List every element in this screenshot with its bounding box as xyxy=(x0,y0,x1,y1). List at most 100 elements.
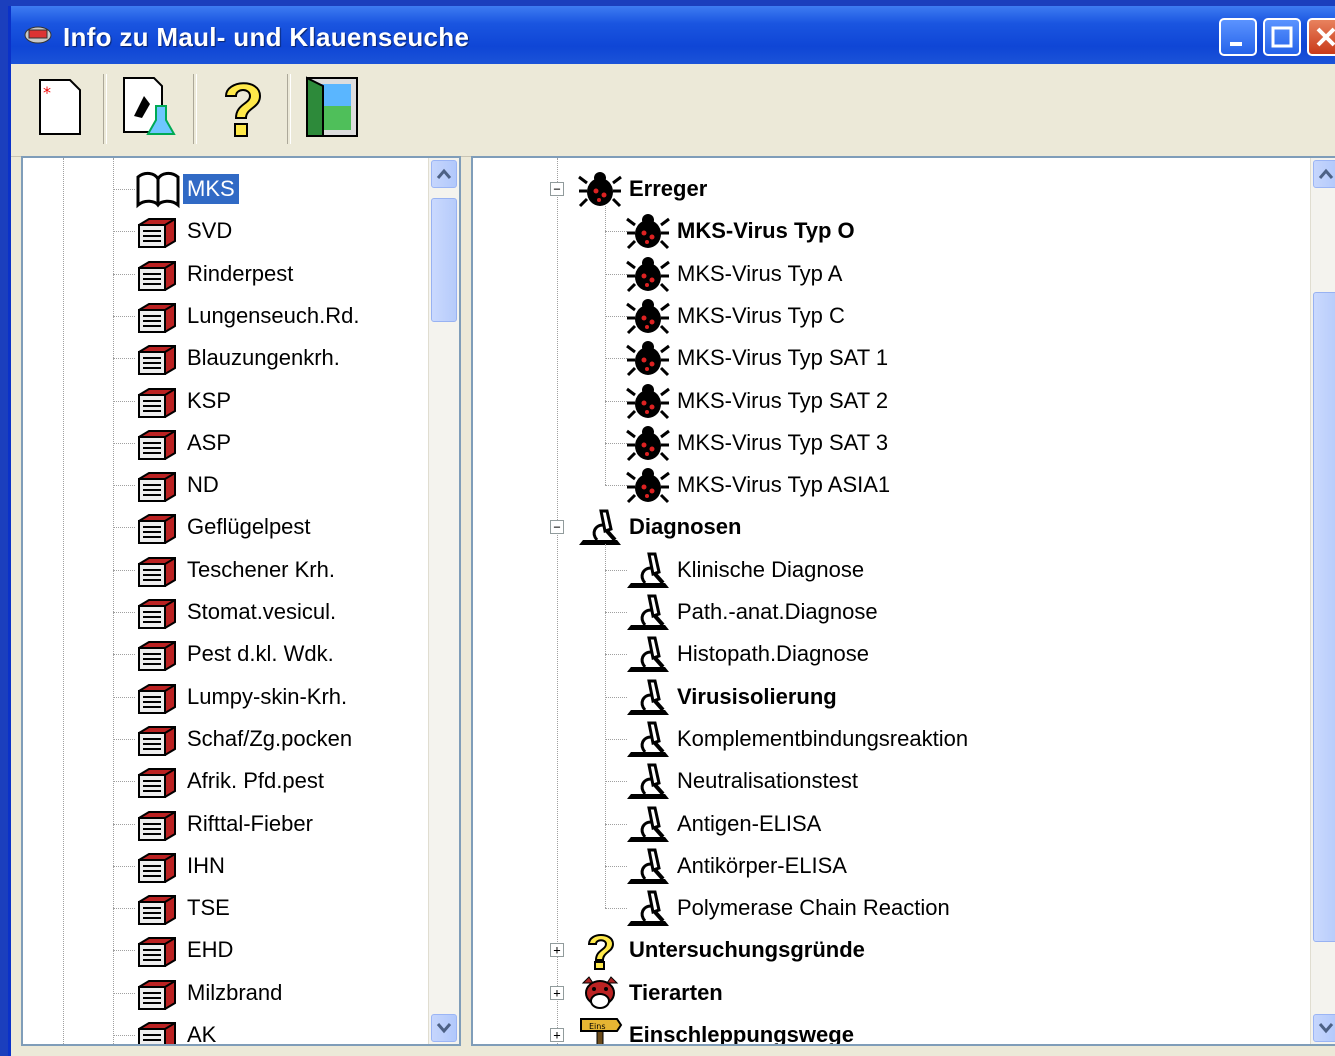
disease-item[interactable]: MKS xyxy=(135,168,239,210)
open-book-icon xyxy=(135,169,181,209)
disease-item[interactable]: Lumpy-skin-Krh. xyxy=(135,676,351,718)
expand-toggle[interactable]: + xyxy=(550,943,564,958)
scroll-down-button[interactable] xyxy=(431,1014,457,1042)
tree-line xyxy=(605,865,627,867)
tree-line xyxy=(113,654,135,656)
disease-item[interactable]: Geflügelpest xyxy=(135,506,315,548)
scroll-down-button[interactable] xyxy=(1313,1014,1335,1042)
disease-item[interactable]: Milzbrand xyxy=(135,972,286,1014)
disease-tree-panel[interactable]: MKS SVD Rinderpest Lungenseuch.Rd. Blauzunge… xyxy=(21,156,461,1046)
disease-item-label: IHN xyxy=(187,852,225,878)
child-node[interactable]: MKS-Virus Typ SAT 3 xyxy=(625,422,892,464)
app-icon xyxy=(24,26,52,44)
category-node[interactable]: Erreger xyxy=(577,168,711,210)
child-node-label: MKS-Virus Typ SAT 3 xyxy=(677,429,889,455)
disease-item[interactable]: Lungenseuch.Rd. xyxy=(135,295,363,337)
help-question-icon xyxy=(224,82,262,137)
category-node[interactable]: Tierarten xyxy=(577,972,727,1014)
collapse-toggle[interactable]: − xyxy=(550,520,564,535)
book-stack-icon xyxy=(135,973,181,1013)
help-button[interactable] xyxy=(207,72,277,142)
tree-line xyxy=(113,823,135,825)
scroll-thumb[interactable] xyxy=(431,198,457,322)
disease-item[interactable]: Rinderpest xyxy=(135,253,297,295)
tree-line xyxy=(605,823,627,825)
virus-bug-icon xyxy=(625,211,671,251)
disease-item[interactable]: AK xyxy=(135,1014,220,1044)
category-node[interactable]: Diagnosen xyxy=(577,506,745,548)
category-node-label: Erreger xyxy=(629,176,708,201)
microscope-icon xyxy=(625,761,671,801)
exit-button[interactable] xyxy=(297,72,367,142)
disease-item[interactable]: IHN xyxy=(135,845,229,887)
toolbar-separator xyxy=(193,74,197,144)
disease-item[interactable]: EHD xyxy=(135,929,237,971)
title-bar[interactable]: Info zu Maul- und Klauenseuche xyxy=(11,6,1335,64)
disease-item[interactable]: Afrik. Pfd.pest xyxy=(135,760,328,802)
child-node[interactable]: Virusisolierung xyxy=(625,676,841,718)
disease-item[interactable]: Schaf/Zg.pocken xyxy=(135,718,356,760)
left-scrollbar[interactable] xyxy=(428,158,459,1044)
tree-line xyxy=(605,358,627,360)
book-stack-icon xyxy=(135,338,181,378)
child-node[interactable]: Antikörper-ELISA xyxy=(625,845,851,887)
child-node[interactable]: Klinische Diagnose xyxy=(625,549,868,591)
child-node-label: MKS-Virus Typ SAT 2 xyxy=(677,387,889,413)
collapse-toggle[interactable]: − xyxy=(550,182,564,196)
child-node[interactable]: Komplementbindungsreaktion xyxy=(625,718,972,760)
disease-item[interactable]: ASP xyxy=(135,422,235,464)
child-node[interactable]: MKS-Virus Typ SAT 1 xyxy=(625,337,892,379)
child-node[interactable]: Histopath.Diagnose xyxy=(625,633,873,675)
child-node[interactable]: Path.-anat.Diagnose xyxy=(625,591,882,633)
disease-item[interactable]: KSP xyxy=(135,380,235,422)
toolbar: * xyxy=(11,64,1335,157)
disease-item[interactable]: Stomat.vesicul. xyxy=(135,591,340,633)
scroll-thumb[interactable] xyxy=(1313,292,1335,942)
expand-toggle[interactable]: + xyxy=(550,985,564,1000)
book-stack-icon xyxy=(135,888,181,928)
virus-bug-icon xyxy=(625,338,671,378)
child-node[interactable]: MKS-Virus Typ C xyxy=(625,295,849,337)
tree-line xyxy=(113,569,135,571)
child-node[interactable]: Antigen-ELISA xyxy=(625,803,825,845)
child-node-label: Histopath.Diagnose xyxy=(677,641,870,667)
disease-item-label: Teschener Krh. xyxy=(187,556,335,582)
category-node[interactable]: Eins Einschleppungswege xyxy=(577,1014,858,1044)
tree-line xyxy=(557,158,558,1044)
disease-item[interactable]: Rifttal-Fieber xyxy=(135,803,317,845)
close-button[interactable] xyxy=(1307,18,1335,56)
disease-item[interactable]: Pest d.kl. Wdk. xyxy=(135,633,338,675)
tree-line xyxy=(605,654,627,656)
disease-item[interactable]: TSE xyxy=(135,887,234,929)
disease-item[interactable]: SVD xyxy=(135,210,236,252)
child-node[interactable]: MKS-Virus Typ A xyxy=(625,253,846,295)
expand-toggle[interactable]: + xyxy=(550,1028,564,1042)
info-tree-panel[interactable]: − Erreger MKS-Virus Typ O MKS-Virus Typ A MK… xyxy=(471,156,1335,1046)
new-button[interactable]: * xyxy=(25,72,95,142)
disease-item[interactable]: Teschener Krh. xyxy=(135,549,339,591)
category-node[interactable]: Untersuchungsgründe xyxy=(577,929,869,971)
maximize-button[interactable] xyxy=(1263,18,1301,56)
scroll-up-button[interactable] xyxy=(431,160,457,188)
disease-item[interactable]: Blauzungenkrh. xyxy=(135,337,344,379)
new-document-icon: * xyxy=(39,79,81,135)
child-node[interactable]: MKS-Virus Typ SAT 2 xyxy=(625,380,892,422)
lab-report-button[interactable] xyxy=(115,72,185,142)
child-node-label: MKS-Virus Typ A xyxy=(677,260,843,286)
tree-line xyxy=(605,738,627,740)
child-node-label: MKS-Virus Typ SAT 1 xyxy=(677,345,889,371)
book-stack-icon xyxy=(135,846,181,886)
lab-report-icon xyxy=(123,77,176,135)
child-node[interactable]: Neutralisationstest xyxy=(625,760,862,802)
minimize-button[interactable] xyxy=(1219,18,1257,56)
disease-item[interactable]: ND xyxy=(135,464,223,506)
tree-line xyxy=(605,544,606,909)
right-scrollbar[interactable] xyxy=(1310,158,1335,1044)
signpost-icon: Eins xyxy=(577,1015,623,1044)
tree-line xyxy=(605,612,627,613)
child-node[interactable]: MKS-Virus Typ O xyxy=(625,210,859,252)
scroll-up-button[interactable] xyxy=(1313,160,1335,188)
child-node[interactable]: Polymerase Chain Reaction xyxy=(625,887,954,929)
child-node[interactable]: MKS-Virus Typ ASIA1 xyxy=(625,464,894,506)
chevron-up-icon xyxy=(436,168,452,179)
